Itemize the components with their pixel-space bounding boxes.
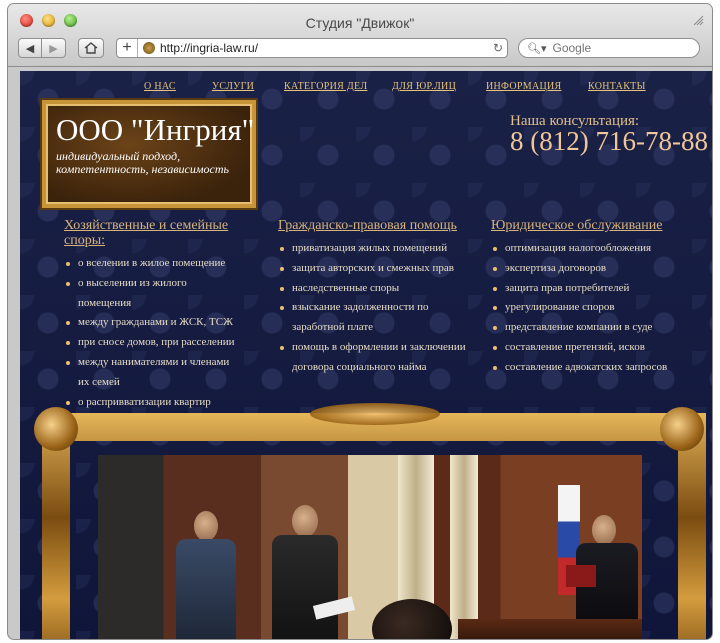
nav-information[interactable]: ИНФОРМАЦИЯ xyxy=(486,81,561,92)
search-input[interactable] xyxy=(550,40,695,56)
service-list: о вселении в жилое помещение о выселении… xyxy=(64,254,236,412)
list-item: составление адвокатских запросов xyxy=(491,358,691,378)
consultation-block: Наша консультация: 8 (812) 716-78-88 xyxy=(510,113,708,157)
back-button[interactable]: ◀ xyxy=(18,38,42,58)
window-title: Студия "Движок" xyxy=(305,15,415,31)
foreground-head xyxy=(372,599,452,639)
person-head xyxy=(292,505,318,537)
column-title[interactable]: Юридическое обслуживание xyxy=(491,218,691,233)
consultation-phone: 8 (812) 716-78-88 xyxy=(510,126,708,156)
frame-crest-ornament xyxy=(310,403,440,425)
person-head xyxy=(194,511,218,541)
forward-button[interactable]: ▶ xyxy=(42,38,66,58)
person-head xyxy=(592,515,616,545)
add-bookmark-icon[interactable]: + xyxy=(117,39,138,57)
person-left xyxy=(172,511,242,639)
home-button[interactable] xyxy=(78,38,104,58)
list-item: взыскание задолженности по заработной пл… xyxy=(278,298,468,338)
person-suit xyxy=(176,539,236,639)
frame-corner-ornament xyxy=(660,407,704,451)
list-item: при сносе домов, при расселении xyxy=(64,333,236,353)
reload-icon[interactable]: ↻ xyxy=(489,41,507,55)
list-item: помощь в оформлении и заключении договор… xyxy=(278,338,468,378)
courtroom-illustration xyxy=(98,455,642,639)
search-bar[interactable]: 🔍︎▾ xyxy=(518,38,700,58)
main-nav: О НАС УСЛУГИ КАТЕГОРИЯ ДЕЛ ДЛЯ ЮР.ЛИЦ ИН… xyxy=(20,71,712,97)
list-item: о распривватизации квартир xyxy=(64,393,236,413)
company-logo[interactable]: ООО "Ингрия" индивидуальный подход, комп… xyxy=(42,100,256,208)
web-page: О НАС УСЛУГИ КАТЕГОРИЯ ДЕЛ ДЛЯ ЮР.ЛИЦ ИН… xyxy=(20,71,712,639)
list-item: представление компании в суде xyxy=(491,318,691,338)
nav-buttons: ◀ ▶ xyxy=(18,38,66,58)
person-suit xyxy=(272,535,338,639)
browser-window: Студия "Движок" ◀ ▶ + http://ingria-law.… xyxy=(8,4,712,639)
list-item: между нанимателями и членами их семей xyxy=(64,353,236,393)
list-item: защита авторских и смежных прав xyxy=(278,259,468,279)
list-item: экспертиза договоров xyxy=(491,259,691,279)
list-item: о вселении в жилое помещение xyxy=(64,254,236,274)
list-item: наследственные споры xyxy=(278,279,468,299)
title-bar: Студия "Движок" ◀ ▶ + http://ingria-law.… xyxy=(8,4,712,67)
favicon-icon xyxy=(143,42,155,54)
red-folder xyxy=(566,565,596,587)
forward-arrow-icon: ▶ xyxy=(49,42,58,55)
person-center xyxy=(268,505,356,639)
list-item: составление претензий, исков xyxy=(491,338,691,358)
list-item: оптимизация налогообложения xyxy=(491,239,691,259)
services-column-3: Юридическое обслуживание оптимизация нал… xyxy=(491,218,691,378)
home-icon xyxy=(84,42,98,54)
judge-bench xyxy=(458,619,642,639)
back-arrow-icon: ◀ xyxy=(25,42,35,55)
search-icon: 🔍︎▾ xyxy=(527,42,547,55)
services-column-2: Гражданско-правовая помощь приватизация … xyxy=(278,218,468,378)
list-item: о выселении из жилого помещения xyxy=(64,274,236,314)
service-list: оптимизация налогообложения экспертиза д… xyxy=(491,239,691,378)
list-item: защита прав потребителей xyxy=(491,279,691,299)
nav-contacts[interactable]: КОНТАКТЫ xyxy=(588,81,646,92)
column-title[interactable]: Гражданско-правовая помощь xyxy=(278,218,468,233)
nav-about[interactable]: О НАС xyxy=(144,81,176,92)
column-title[interactable]: Хозяйственные и семейные споры: xyxy=(64,218,236,248)
service-list: приватизация жилых помещений защита авто… xyxy=(278,239,468,378)
services-column-1: Хозяйственные и семейные споры: о вселен… xyxy=(64,218,236,412)
address-bar[interactable]: + http://ingria-law.ru/ ↻ xyxy=(116,38,508,58)
url-text[interactable]: http://ingria-law.ru/ xyxy=(160,41,489,55)
column-pillar xyxy=(450,455,478,639)
resize-grip-icon[interactable] xyxy=(692,14,704,26)
frame-corner-ornament xyxy=(34,407,78,451)
company-tagline: индивидуальный подход, компетентность, н… xyxy=(56,149,229,176)
nav-legal-entities[interactable]: ДЛЯ ЮР.ЛИЦ xyxy=(392,81,456,92)
browser-toolbar: ◀ ▶ + http://ingria-law.ru/ ↻ 🔍︎▾ xyxy=(8,38,712,64)
list-item: приватизация жилых помещений xyxy=(278,239,468,259)
list-item: между гражданами и ЖСК, ТСЖ xyxy=(64,313,236,333)
nav-case-category[interactable]: КАТЕГОРИЯ ДЕЛ xyxy=(284,81,367,92)
list-item: урегулирование споров xyxy=(491,298,691,318)
nav-services[interactable]: УСЛУГИ xyxy=(212,81,254,92)
company-name: ООО "Ингрия" xyxy=(56,112,255,147)
